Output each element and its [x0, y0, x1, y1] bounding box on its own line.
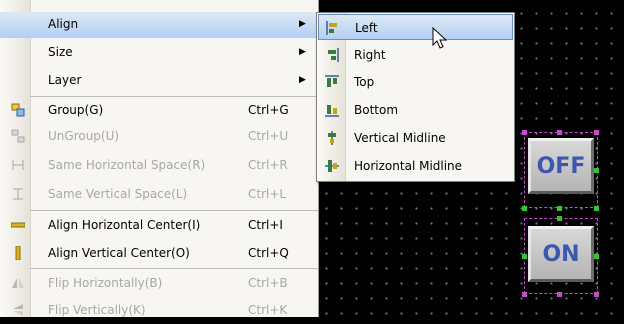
menu-item-group[interactable]: Group(G) Ctrl+G: [0, 98, 318, 124]
submenu-item-top[interactable]: Top: [318, 69, 513, 95]
align-left-icon: [326, 21, 337, 35]
menu-item-size[interactable]: Size ▶: [0, 40, 318, 66]
menu-item-label: Group(G): [48, 103, 104, 117]
menu-item-label: Align Vertical Center(O): [48, 246, 190, 260]
mouse-cursor-icon: [432, 27, 448, 49]
canvas-off-button[interactable]: OFF: [528, 138, 594, 194]
resize-handle[interactable]: [557, 206, 562, 211]
submenu-item-right[interactable]: Right: [318, 42, 513, 68]
menu-item-same-vertical-space[interactable]: Same Vertical Space(L) Ctrl+L: [0, 182, 318, 208]
resize-handle[interactable]: [557, 292, 562, 297]
same-horizontal-space-icon: [12, 160, 24, 170]
submenu-item-label: Bottom: [354, 103, 399, 117]
same-vertical-space-icon: [13, 188, 23, 200]
submenu-arrow-icon: ▶: [299, 75, 306, 85]
menu-item-label: UnGroup(U): [48, 129, 120, 143]
submenu-item-label: Top: [354, 75, 375, 89]
menu-item-align[interactable]: Align ▶: [0, 12, 318, 38]
menu-item-label: Flip Vertically(K): [48, 303, 146, 317]
resize-handle[interactable]: [522, 292, 527, 297]
align-horizontal-center-icon: [11, 222, 25, 228]
flip-horizontal-icon: [12, 278, 24, 288]
menu-item-shortcut: Ctrl+Q: [248, 246, 289, 260]
menu-item-shortcut: Ctrl+K: [248, 303, 288, 317]
submenu-item-label: Vertical Midline: [354, 131, 446, 145]
resize-handle[interactable]: [557, 216, 562, 221]
vertical-midline-icon: [328, 131, 336, 145]
menu-item-shortcut: Ctrl+G: [248, 103, 289, 117]
menu-item-shortcut: Ctrl+B: [248, 276, 288, 290]
align-submenu: Left Right Top Bottom Vertical Midline H…: [316, 12, 515, 182]
resize-handle[interactable]: [522, 206, 527, 211]
menu-item-shortcut: Ctrl+R: [248, 158, 288, 172]
submenu-item-label: Right: [354, 48, 386, 62]
horizontal-midline-icon: [325, 160, 339, 172]
submenu-item-bottom[interactable]: Bottom: [318, 97, 513, 123]
menu-separator: [30, 268, 318, 269]
resize-handle[interactable]: [594, 292, 599, 297]
canvas-on-button[interactable]: ON: [528, 226, 594, 282]
canvas-on-button-label: ON: [542, 242, 580, 267]
submenu-item-vertical-midline[interactable]: Vertical Midline: [318, 125, 513, 151]
resize-handle[interactable]: [594, 130, 599, 135]
align-vertical-center-icon: [15, 246, 21, 260]
menu-item-label: Size: [48, 45, 73, 59]
flip-vertical-icon: [13, 304, 23, 316]
menu-separator: [30, 96, 318, 97]
align-top-icon: [325, 75, 339, 87]
group-icon: [11, 103, 25, 117]
submenu-item-label: Horizontal Midline: [354, 159, 463, 173]
menu-item-flip-vertically[interactable]: Flip Vertically(K) Ctrl+K: [0, 298, 318, 324]
submenu-arrow-icon: ▶: [299, 47, 306, 57]
menu-item-label: Layer: [48, 73, 82, 87]
resize-handle[interactable]: [522, 130, 527, 135]
menu-item-shortcut: Ctrl+L: [248, 187, 287, 201]
ungroup-icon: [11, 129, 25, 143]
canvas-off-button-label: OFF: [536, 154, 586, 179]
resize-handle[interactable]: [594, 254, 599, 259]
menu-item-label: Same Horizontal Space(R): [48, 158, 206, 172]
align-bottom-icon: [325, 105, 339, 117]
menu-item-align-vertical-center[interactable]: Align Vertical Center(O) Ctrl+Q: [0, 241, 318, 267]
align-right-icon: [328, 48, 339, 62]
submenu-arrow-icon: ▶: [299, 19, 306, 29]
menu-item-label: Align Horizontal Center(I): [48, 218, 201, 232]
context-menu: Align ▶ Size ▶ Layer ▶ Group(G) Ctrl+G U…: [0, 0, 319, 317]
menu-separator: [30, 210, 318, 211]
menu-item-flip-horizontally[interactable]: Flip Horizontally(B) Ctrl+B: [0, 271, 318, 297]
menu-item-same-horizontal-space[interactable]: Same Horizontal Space(R) Ctrl+R: [0, 153, 318, 179]
menu-item-shortcut: Ctrl+U: [248, 129, 289, 143]
menu-item-layer[interactable]: Layer ▶: [0, 68, 318, 94]
menu-item-ungroup[interactable]: UnGroup(U) Ctrl+U: [0, 124, 318, 150]
menu-item-label: Align: [48, 17, 79, 31]
resize-handle[interactable]: [594, 206, 599, 211]
resize-handle[interactable]: [594, 168, 599, 173]
menu-item-label: Same Vertical Space(L): [48, 187, 188, 201]
menu-item-shortcut: Ctrl+I: [248, 218, 283, 232]
submenu-item-label: Left: [355, 21, 378, 35]
menu-item-align-horizontal-center[interactable]: Align Horizontal Center(I) Ctrl+I: [0, 213, 318, 239]
resize-handle[interactable]: [522, 254, 527, 259]
menu-item-label: Flip Horizontally(B): [48, 276, 163, 290]
submenu-item-horizontal-midline[interactable]: Horizontal Midline: [318, 153, 513, 179]
resize-handle[interactable]: [557, 130, 562, 135]
submenu-item-left[interactable]: Left: [318, 14, 513, 40]
